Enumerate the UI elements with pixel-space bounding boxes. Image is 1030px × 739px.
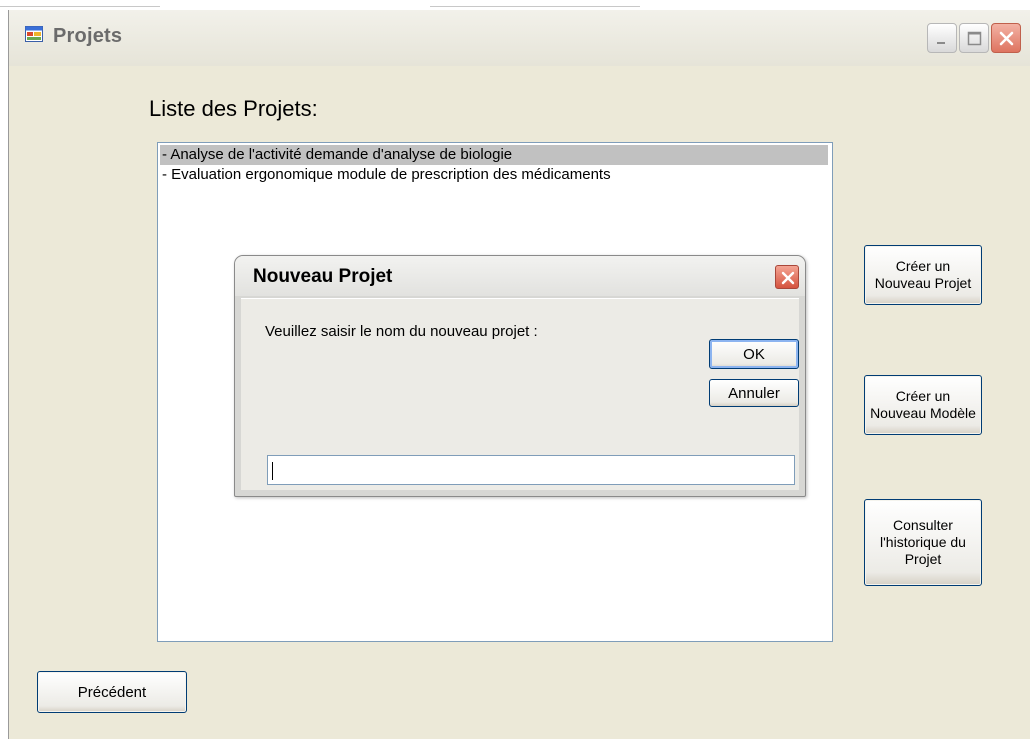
background-window-edge (430, 0, 640, 7)
close-icon (781, 271, 795, 285)
projects-window: Projets Liste des Projets: - Analyse de … (8, 10, 1030, 739)
project-list-label: Liste des Projets: (149, 96, 318, 121)
dialog-titlebar[interactable]: Nouveau Projet (235, 256, 805, 296)
cancel-button[interactable]: Annuler (709, 379, 799, 407)
text-caret (272, 462, 273, 480)
desktop-strip (0, 0, 1030, 10)
close-button[interactable] (991, 23, 1021, 53)
window-title: Projets (53, 25, 123, 47)
project-history-button[interactable]: Consulter l'historique du Projet (864, 499, 982, 586)
background-window-edge (0, 0, 160, 7)
app-window-icon (25, 26, 43, 42)
close-icon (999, 31, 1014, 46)
project-list-item[interactable]: - Analyse de l'activité demande d'analys… (160, 145, 828, 165)
create-new-model-button[interactable]: Créer un Nouveau Modèle (864, 375, 982, 435)
dialog-title: Nouveau Projet (253, 266, 393, 287)
minimize-icon (937, 42, 945, 44)
minimize-button[interactable] (927, 23, 957, 53)
dialog-body: Veuillez saisir le nom du nouveau projet… (241, 298, 799, 490)
dialog-close-button[interactable] (775, 265, 799, 289)
ok-button[interactable]: OK (709, 339, 799, 369)
maximize-button[interactable] (959, 23, 989, 53)
project-list-item[interactable]: - Evaluation ergonomique module de presc… (160, 165, 611, 185)
create-new-project-button[interactable]: Créer un Nouveau Projet (864, 245, 982, 305)
new-project-dialog: Nouveau Projet Veuillez saisir le nom du… (234, 255, 806, 497)
maximize-icon (967, 31, 982, 46)
window-titlebar[interactable]: Projets (9, 10, 1030, 66)
project-name-input[interactable] (267, 455, 795, 485)
previous-button[interactable]: Précédent (37, 671, 187, 713)
dialog-prompt: Veuillez saisir le nom du nouveau projet… (265, 323, 538, 340)
